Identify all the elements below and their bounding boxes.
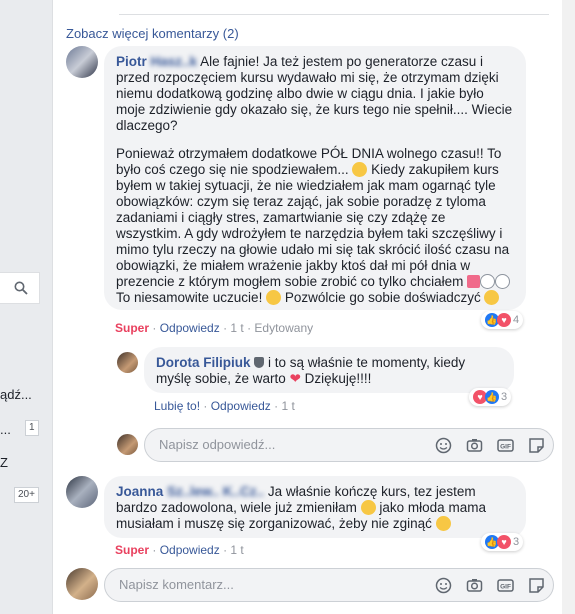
comment-text: Pozwólcie go sobie doświadczyć: [284, 290, 481, 305]
reactions-count: 3: [501, 391, 508, 403]
reactions-count: 4: [513, 314, 520, 326]
comment-input[interactable]: [117, 576, 321, 593]
sticker-icon[interactable]: [528, 437, 545, 454]
reply-link[interactable]: Odpowiedz: [211, 399, 271, 413]
timestamp[interactable]: 1 t: [281, 399, 294, 413]
comment-author[interactable]: Piotr: [116, 54, 147, 69]
count-badge: 20+: [14, 487, 39, 503]
surprised-emoji-icon: [352, 162, 368, 177]
reactions-summary[interactable]: 👍 ♥ 4: [481, 311, 524, 329]
search-button[interactable]: [0, 272, 40, 304]
divider: [119, 14, 549, 15]
comment-author[interactable]: Joanna: [116, 484, 163, 499]
comment-bubble: Piotr Hasz..k Ale fajnie! Ja też jestem …: [104, 46, 526, 310]
camera-icon[interactable]: [466, 577, 483, 594]
clock-emoji-icon: [495, 274, 511, 289]
emoji-icon[interactable]: [435, 437, 452, 454]
comment-author-surname[interactable]: Hasz..k: [151, 54, 198, 69]
smile-emoji-icon: [484, 290, 500, 305]
love-reaction-icon: ♥: [497, 535, 511, 549]
reactions-count: 3: [513, 536, 520, 548]
shield-icon: [254, 357, 265, 368]
love-reaction-icon: ♥: [497, 313, 511, 327]
count-badge: 1: [25, 420, 39, 436]
smile-emoji-icon: [435, 516, 451, 531]
reply-text: Dziękuję!!!!: [304, 371, 372, 386]
gif-icon[interactable]: GIF: [497, 577, 514, 594]
svg-text:GIF: GIF: [500, 584, 511, 591]
reactions-summary[interactable]: 👍 ♥ 3: [481, 533, 524, 551]
like-link[interactable]: Lubię to!: [154, 399, 200, 413]
reply-bubble: Dorota Filipiuk i to są właśnie te momen…: [144, 347, 514, 393]
svg-text:GIF: GIF: [500, 444, 511, 451]
like-reaction-icon: 👍: [485, 390, 499, 404]
sidebar-text[interactable]: ądź...: [0, 387, 32, 402]
emoji-icon[interactable]: [435, 577, 452, 594]
gift-emoji-icon: [467, 275, 481, 288]
avatar: [117, 434, 138, 455]
timestamp[interactable]: 1 t: [230, 543, 243, 557]
scrollbar[interactable]: [562, 0, 575, 614]
clock-emoji-icon: [480, 274, 496, 289]
avatar[interactable]: [66, 476, 98, 508]
reactions-summary[interactable]: ♥ 👍 3: [469, 388, 512, 406]
super-reaction-link[interactable]: Super: [115, 321, 149, 335]
see-more-comments-link[interactable]: Zobacz więcej komentarzy (2): [66, 26, 239, 41]
heart-emoji-icon: ❤: [289, 371, 301, 386]
comment-actions: Super · Odpowiedz · 1 t: [115, 543, 244, 557]
gif-icon[interactable]: GIF: [497, 437, 514, 454]
reply-link[interactable]: Odpowiedz: [160, 321, 220, 335]
edited-label[interactable]: Edytowany: [254, 321, 313, 335]
sticker-icon[interactable]: [528, 577, 545, 594]
input-tools: GIF: [435, 437, 545, 454]
search-icon: [14, 281, 28, 295]
comment-author-surname[interactable]: Sz..lew.. K..Cz..: [167, 484, 264, 499]
timestamp[interactable]: 1 t: [230, 321, 243, 335]
avatar: [66, 568, 98, 600]
reply-link[interactable]: Odpowiedz: [160, 543, 220, 557]
avatar[interactable]: [66, 46, 98, 78]
comment-text: To niesamowite uczucie!: [116, 290, 263, 305]
avatar[interactable]: [117, 352, 138, 373]
sidebar-text[interactable]: ...: [0, 422, 11, 437]
hug-emoji-icon: [266, 290, 282, 305]
camera-icon[interactable]: [466, 437, 483, 454]
reply-actions: Lubię to! · Odpowiedz · 1 t: [154, 399, 295, 413]
reply-input[interactable]: [157, 436, 361, 453]
super-reaction-link[interactable]: Super: [115, 543, 149, 557]
comment-actions: Super · Odpowiedz · 1 t · Edytowany: [115, 321, 314, 335]
smile-emoji-icon: [360, 500, 376, 515]
left-sidebar: ądź... ... 1 Z 20+: [0, 0, 52, 614]
comment-bubble: Joanna Sz..lew.. K..Cz.. Ja właśnie końc…: [104, 476, 526, 538]
comment-text: Kiedy zakupiłem kurs byłem w takiej sytu…: [116, 162, 510, 289]
reply-author[interactable]: Dorota Filipiuk: [156, 355, 251, 370]
comment-input-box[interactable]: GIF: [104, 568, 554, 602]
reply-input-box[interactable]: GIF: [144, 428, 554, 462]
input-tools: GIF: [435, 577, 545, 594]
sidebar-text[interactable]: Z: [0, 455, 8, 470]
